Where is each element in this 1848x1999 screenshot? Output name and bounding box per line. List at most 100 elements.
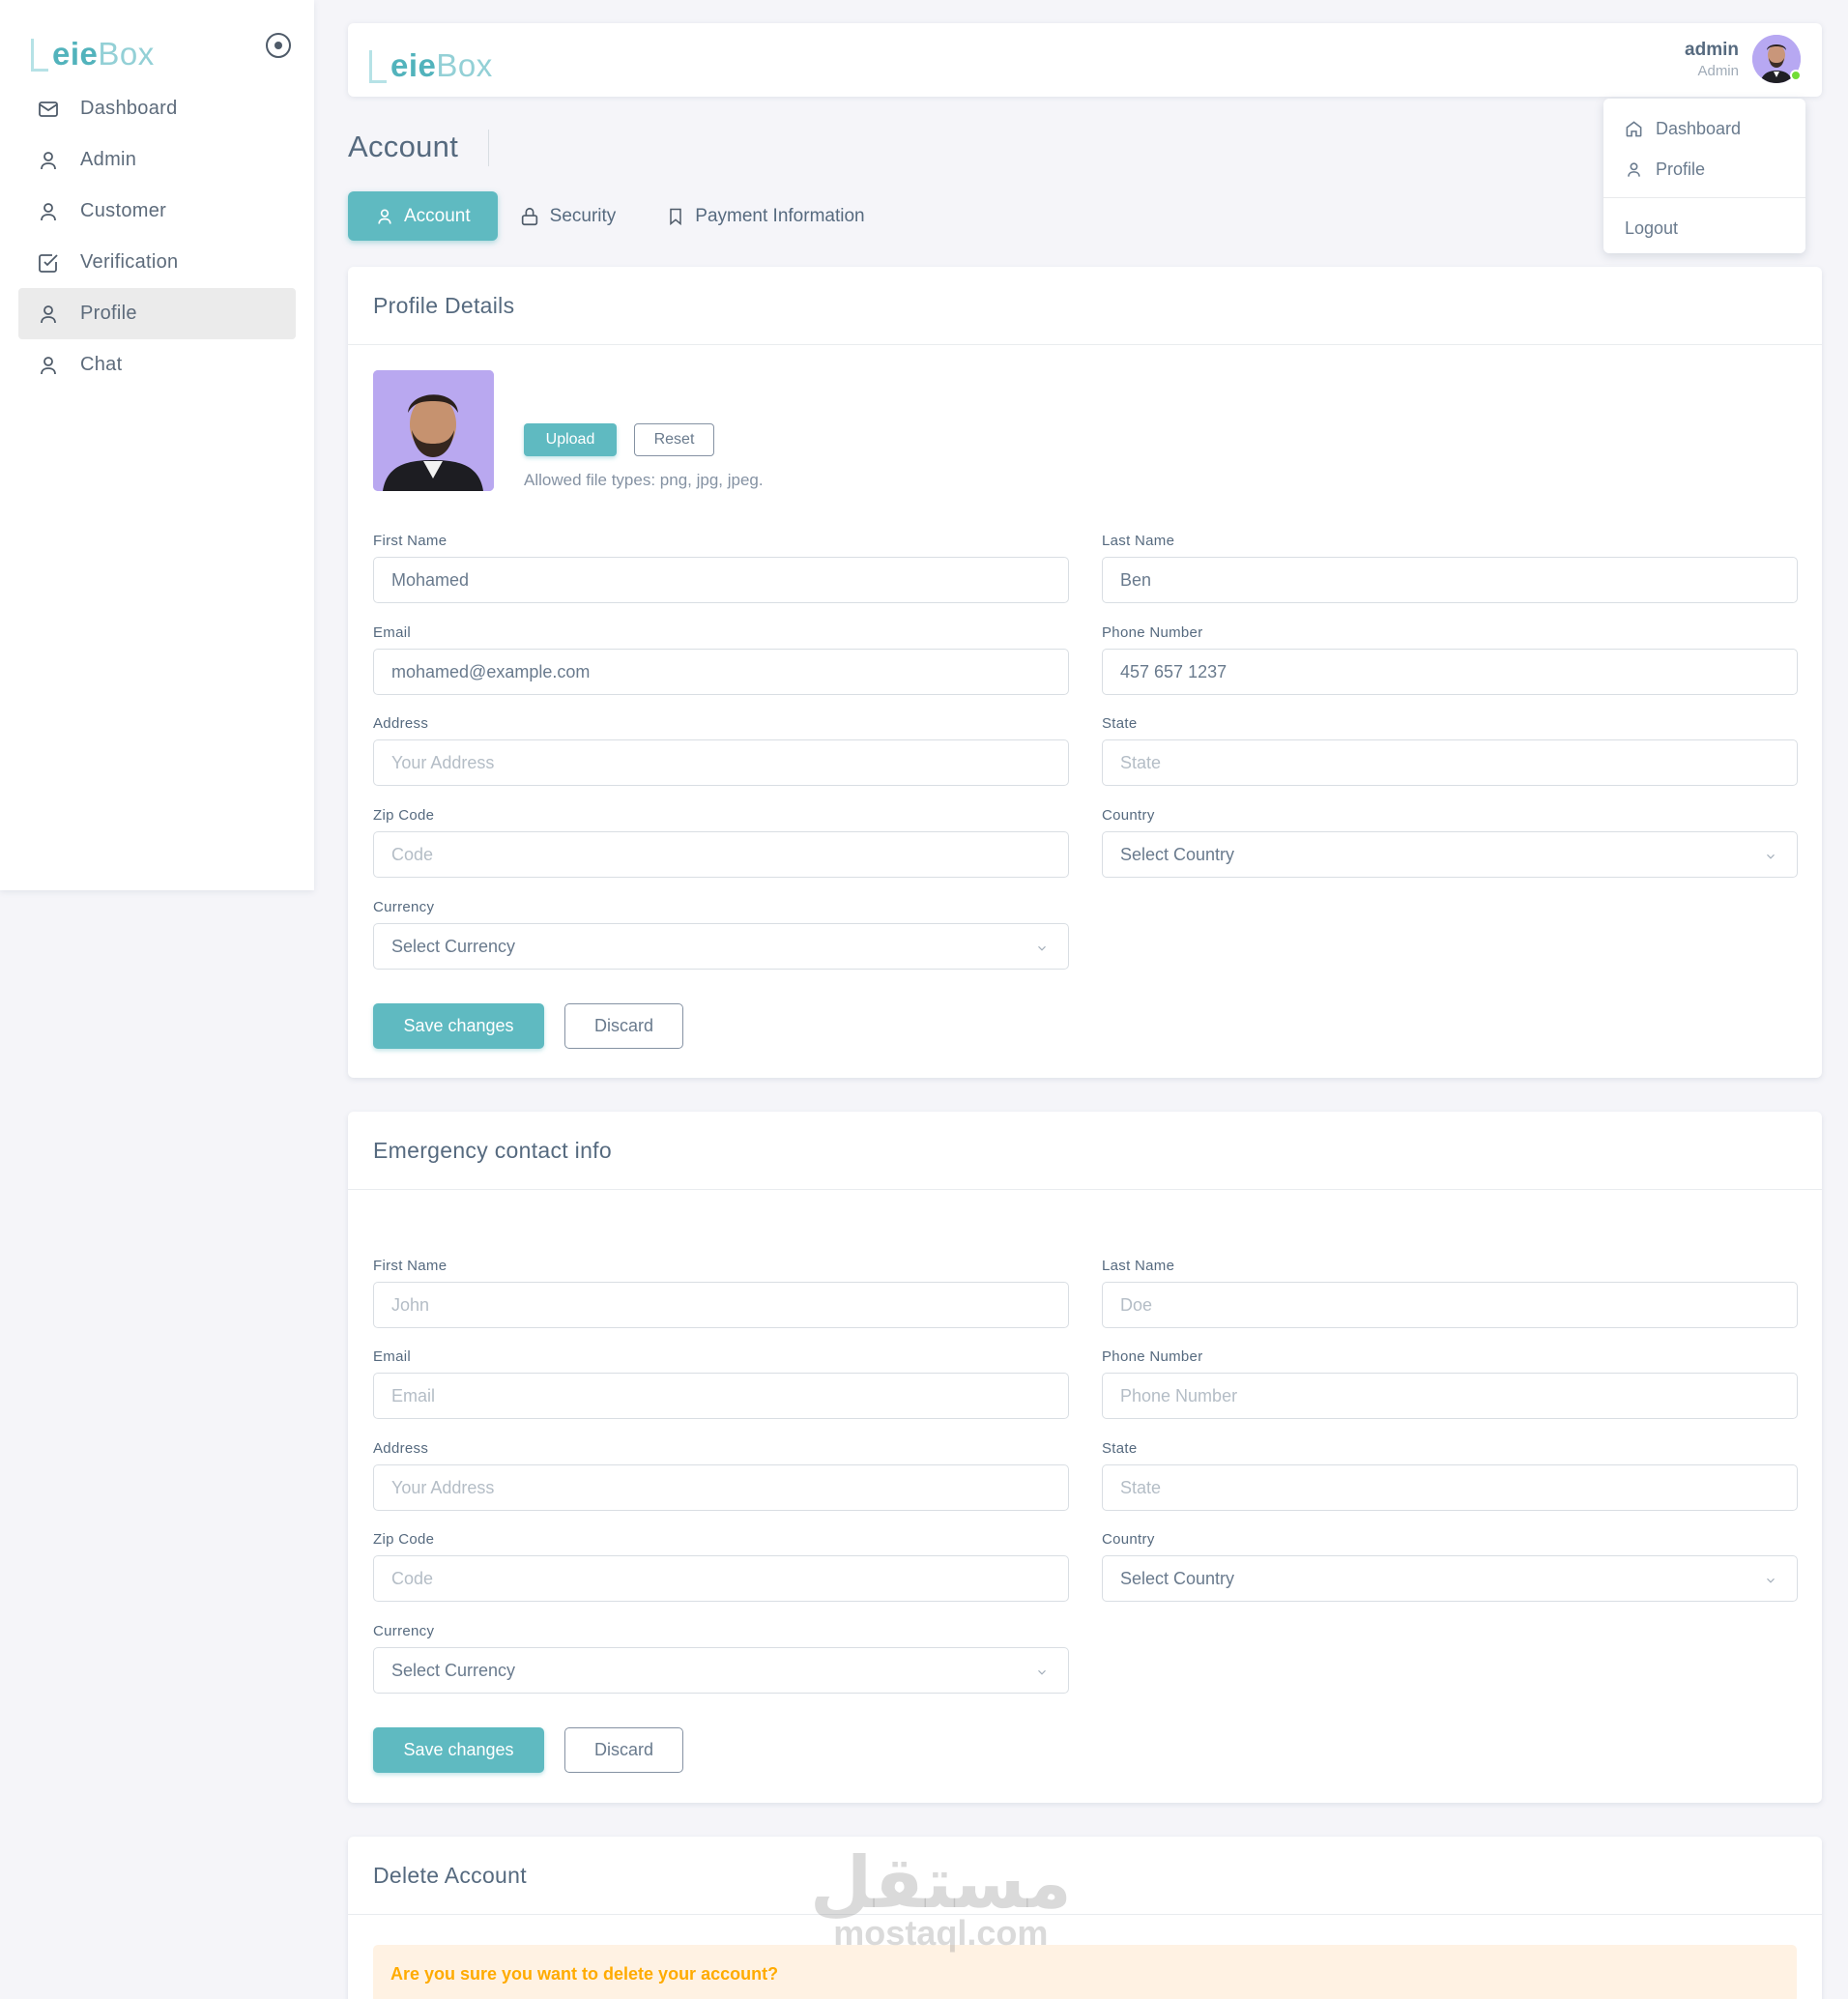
tab-label: Payment Information <box>695 205 865 226</box>
logo-mark <box>31 39 48 72</box>
navbar-logo[interactable]: eieBox <box>369 41 493 83</box>
user-menu-toggle[interactable]: admin Admin <box>1685 35 1802 83</box>
email-label: Email <box>373 1348 412 1365</box>
user-icon <box>36 148 61 173</box>
lock-icon <box>519 206 540 227</box>
logo-text-part2: Box <box>98 36 155 72</box>
card-title: Emergency contact info <box>348 1112 1822 1190</box>
last-name-input[interactable]: Ben <box>1102 557 1798 603</box>
sidebar-item-customer[interactable]: Customer <box>18 186 296 237</box>
first-name-input[interactable]: John <box>373 1282 1069 1328</box>
tab-account[interactable]: Account <box>348 191 498 241</box>
user-icon <box>36 353 61 378</box>
currency-label: Currency <box>373 899 435 915</box>
state-label: State <box>1102 1440 1138 1457</box>
first-name-input[interactable]: Mohamed <box>373 557 1069 603</box>
logo-text-part2: Box <box>436 47 493 83</box>
sidebar-item-profile[interactable]: Profile <box>18 288 296 339</box>
zip-code-input[interactable]: Code <box>373 831 1069 878</box>
sidebar-item-label: Profile <box>80 303 137 324</box>
discard-button[interactable]: Discard <box>564 1003 683 1049</box>
sidebar-toggle-icon[interactable] <box>266 33 291 58</box>
check-square-icon <box>36 250 61 275</box>
currency-select[interactable]: Select Currency <box>373 1647 1069 1694</box>
logo-text-part1: eie <box>390 47 437 83</box>
top-navbar: eieBox admin Admin <box>348 23 1822 97</box>
email-input[interactable]: mohamed@example.com <box>373 649 1069 695</box>
address-input[interactable]: Your Address <box>373 739 1069 786</box>
card-title: Delete Account <box>348 1837 1822 1915</box>
sidebar: eieBox Dashboard Admin Customer Verifica <box>0 0 314 890</box>
sidebar-item-label: Admin <box>80 149 137 170</box>
logo-text-part1: eie <box>52 36 99 72</box>
user-icon <box>36 199 61 224</box>
phone-number-input[interactable]: Phone Number <box>1102 1373 1798 1419</box>
country-label: Country <box>1102 807 1155 824</box>
tab-security[interactable]: Security <box>498 191 644 241</box>
address-label: Address <box>373 715 429 732</box>
dropdown-item-dashboard[interactable]: Dashboard <box>1603 108 1805 149</box>
first-name-label: First Name <box>373 1258 448 1274</box>
user-icon <box>1625 160 1644 179</box>
sidebar-menu: Dashboard Admin Customer Verification Pr… <box>18 83 296 391</box>
mail-icon <box>36 97 61 122</box>
phone-number-label: Phone Number <box>1102 624 1203 641</box>
title-divider <box>488 130 489 166</box>
save-changes-button[interactable]: Save changes <box>373 1727 544 1773</box>
chevron-down-icon <box>1035 1664 1049 1684</box>
phone-number-label: Phone Number <box>1102 1348 1203 1365</box>
save-changes-button[interactable]: Save changes <box>373 1003 544 1049</box>
delete-account-card: Delete Account Are you sure you want to … <box>348 1837 1822 1999</box>
phone-number-input[interactable]: 457 657 1237 <box>1102 649 1798 695</box>
sidebar-logo[interactable]: eieBox <box>31 29 155 72</box>
delete-warning-alert: Are you sure you want to delete your acc… <box>373 1945 1797 1999</box>
state-input[interactable]: State <box>1102 739 1798 786</box>
state-input[interactable]: State <box>1102 1464 1798 1511</box>
user-name: admin <box>1685 39 1739 60</box>
dropdown-item-profile[interactable]: Profile <box>1603 149 1805 189</box>
logo-mark <box>369 50 387 83</box>
user-icon <box>375 207 394 226</box>
dropdown-item-logout[interactable]: Logout <box>1603 208 1805 248</box>
user-role: Admin <box>1697 62 1739 79</box>
country-select[interactable]: Select Country <box>1102 1555 1798 1602</box>
emergency-contact-card: Emergency contact info First Name John L… <box>348 1112 1822 1803</box>
address-input[interactable]: Your Address <box>373 1464 1069 1511</box>
country-select[interactable]: Select Country <box>1102 831 1798 878</box>
first-name-label: First Name <box>373 533 448 549</box>
reset-photo-button[interactable]: Reset <box>634 423 714 456</box>
last-name-label: Last Name <box>1102 1258 1175 1274</box>
avatar[interactable] <box>1752 35 1802 83</box>
currency-label: Currency <box>373 1623 435 1639</box>
email-label: Email <box>373 624 412 641</box>
country-label: Country <box>1102 1531 1155 1548</box>
dropdown-divider <box>1603 197 1805 198</box>
sidebar-item-admin[interactable]: Admin <box>18 134 296 186</box>
last-name-label: Last Name <box>1102 533 1175 549</box>
account-tabs: Account Security Payment Information <box>348 191 892 241</box>
zip-code-input[interactable]: Code <box>373 1555 1069 1602</box>
sidebar-item-chat[interactable]: Chat <box>18 339 296 391</box>
tab-payment-information[interactable]: Payment Information <box>643 191 891 241</box>
currency-select-value: Select Currency <box>391 1660 516 1680</box>
sidebar-item-label: Dashboard <box>80 98 178 119</box>
chevron-down-icon <box>1035 940 1049 960</box>
sidebar-item-verification[interactable]: Verification <box>18 237 296 288</box>
allowed-file-types-note: Allowed file types: png, jpg, jpeg. <box>524 471 764 489</box>
chevron-down-icon <box>1764 848 1777 868</box>
last-name-input[interactable]: Doe <box>1102 1282 1798 1328</box>
card-title: Profile Details <box>348 267 1822 345</box>
tab-label: Security <box>549 205 617 226</box>
sidebar-item-dashboard[interactable]: Dashboard <box>18 83 296 134</box>
profile-details-card: Profile Details Upload Reset Allowed fil… <box>348 267 1822 1078</box>
user-icon <box>36 302 61 327</box>
chevron-down-icon <box>1764 1572 1777 1592</box>
upload-button[interactable]: Upload <box>524 423 617 456</box>
dropdown-item-label: Profile <box>1656 159 1706 179</box>
email-input[interactable]: Email <box>373 1373 1069 1419</box>
currency-select-value: Select Currency <box>391 936 516 956</box>
sidebar-item-label: Verification <box>80 251 179 273</box>
discard-button[interactable]: Discard <box>564 1727 683 1773</box>
country-select-value: Select Country <box>1120 844 1235 864</box>
currency-select[interactable]: Select Currency <box>373 923 1069 970</box>
